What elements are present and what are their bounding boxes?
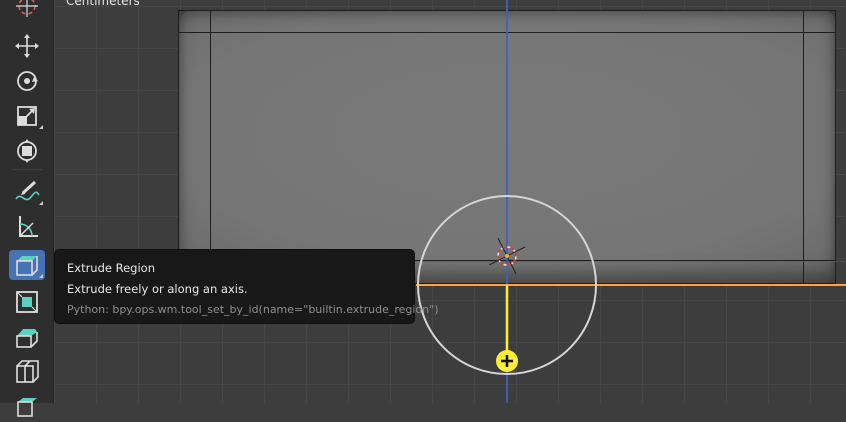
annotate-tool[interactable] [9,177,45,207]
3d-viewport[interactable]: Centimeters [0,0,846,403]
knife-tool[interactable] [9,392,45,422]
tooltip-description: Extrude freely or along an axis. [67,282,248,296]
scale-tool[interactable] [9,101,45,131]
annotate-icon [15,180,40,201]
move-icon [15,34,39,58]
extrude-region-icon [16,256,38,276]
tool-tooltip: Extrude Region Extrude freely or along a… [54,249,439,324]
tooltip-title: Extrude Region [67,261,155,275]
rotate-icon [17,71,38,91]
loop-cut-icon [16,360,39,383]
extrude-handle-plus-icon[interactable] [496,350,518,372]
bevel-icon [16,329,38,348]
scale-icon [17,106,37,126]
toolbar-separator [12,169,42,170]
transform-tool[interactable] [9,136,45,166]
extrude-region-tool[interactable] [9,250,45,280]
cursor-icon [16,0,38,17]
selected-edge [416,284,846,286]
grid-unit-label: Centimeters [66,0,140,8]
measure-icon [19,216,38,237]
loop-cut-tool[interactable] [9,357,45,387]
knife-icon [17,398,37,417]
inset-faces-tool[interactable] [9,287,45,317]
inset-faces-icon [16,291,38,313]
rotate-tool[interactable] [9,66,45,96]
z-axis-line [506,0,508,403]
cursor-tool[interactable] [9,0,45,21]
mesh-edge-left [210,10,211,284]
transform-icon [17,139,37,163]
mesh-edge-right [803,10,804,284]
move-tool[interactable] [9,31,45,61]
tooltip-python-path: Python: bpy.ops.wm.tool_set_by_id(name="… [67,303,439,316]
bevel-tool[interactable] [9,322,45,352]
measure-tool[interactable] [9,212,45,242]
tool-shelf [0,0,54,417]
